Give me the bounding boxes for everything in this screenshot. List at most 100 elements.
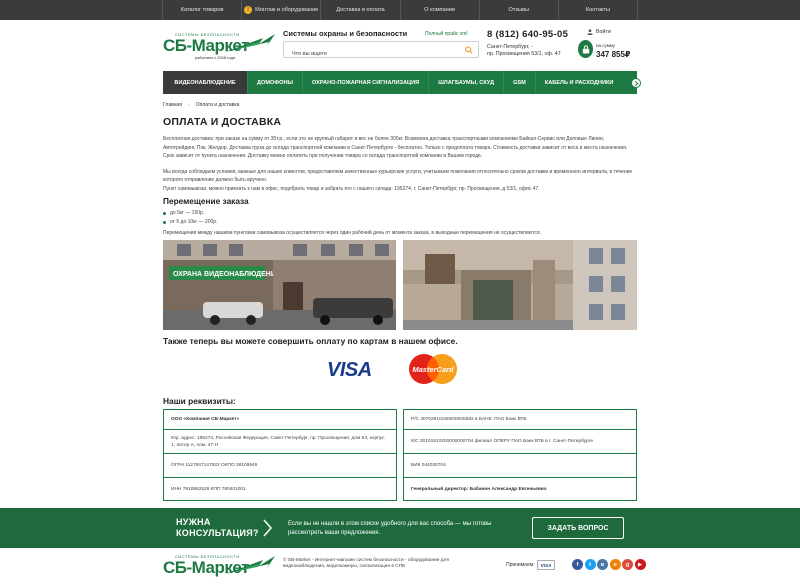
requisites-title: Наши реквизиты: [163, 396, 236, 406]
site-logo[interactable]: СИСТЕМЫ БЕЗОПАСНОСТИ СБ-Маркет работаем … [163, 32, 275, 63]
list-item-text: до 5кг — 150р. [170, 209, 205, 216]
ogrn-okpo: ОГРН 1127847147922 ОКПО 38109946 [171, 463, 258, 468]
top-nav-delivery[interactable]: Доставка и оплата [321, 0, 401, 20]
requisites-row: ОГРН 1127847147922 ОКПО 38109946 [164, 454, 396, 478]
banner-title-line: КОНСУЛЬТАЦИЯ? [176, 528, 259, 538]
ask-question-button[interactable]: ЗАДАТЬ ВОПРОС [532, 517, 624, 539]
main-menu: ВИДЕОНАБЛЮДЕНИЕ ДОМОФОНЫ ОХРАНО-ПОЖАРНАЯ… [163, 71, 637, 94]
cart-label: на сумму [596, 43, 616, 48]
card-payment-title: Также теперь вы можете совершить оплату … [163, 336, 458, 346]
top-nav-contacts[interactable]: Контакты [559, 0, 639, 20]
address-line: Санкт-Петербург, - [487, 44, 533, 50]
lock-icon [582, 44, 589, 53]
footer-copyright: © SB-Market - Интернет-магазин систем бе… [283, 558, 449, 570]
top-nav-catalog[interactable]: Каталог товаров [162, 0, 243, 20]
legal-address: Юр. адрес: 195274, Российская Федерация,… [171, 435, 385, 448]
requisites-row: Юр. адрес: 195274, Российская Федерация,… [164, 430, 396, 454]
top-nav-label: Отзывы [508, 7, 530, 13]
office-photos: ОХРАНА ВИДЕОНАБЛЮДЕНИЕ [163, 240, 637, 330]
office-entrance-photo [403, 240, 637, 330]
page: Каталог товаров ! Монтаж и оборудование Д… [0, 0, 800, 586]
page-title: ОПЛАТА И ДОСТАВКА [163, 116, 282, 128]
requisites-row: БИК 044030704 [404, 454, 636, 478]
requisites-row: К/С 30101810200000000704 филиал ОПЕРУ ПА… [404, 430, 636, 454]
payment-cards: VISA MasterCard [323, 353, 463, 387]
menu-item-gsm[interactable]: GSM [504, 71, 536, 94]
top-nav-label: Монтаж и оборудование [255, 7, 319, 13]
price-list-link[interactable]: Полный прайс xml [425, 31, 467, 37]
logo-since: работаем с 2008 года [195, 55, 236, 60]
facebook-icon[interactable]: f [572, 559, 583, 570]
requisites-row: Генеральный директор: Бабанин Александр … [404, 478, 636, 500]
vk-icon[interactable]: в [597, 559, 608, 570]
correspondent-account: К/С 30101810200000000704 филиал ОПЕРУ ПА… [411, 439, 594, 444]
paragraph-transfer: Перемещения между нашими пунктами самовы… [163, 229, 541, 236]
banner-title: НУЖНА КОНСУЛЬТАЦИЯ? [176, 517, 259, 539]
top-nav-installation[interactable]: ! Монтаж и оборудование [242, 0, 322, 20]
chevron-right-icon [263, 519, 272, 537]
visa-logo: VISA [327, 359, 372, 381]
general-director: Генеральный директор: Бабанин Александр … [411, 486, 547, 492]
login-link[interactable]: Войти [587, 29, 611, 35]
top-nav-label: Доставка и оплата [336, 7, 385, 13]
breadcrumb-separator: › [188, 102, 190, 108]
bank-account: Р/С 40702810180000005582 в БАНК: ПАО Бан… [411, 417, 527, 422]
address-line: пр. Просвещения 53/1, оф. 47 [487, 51, 561, 57]
breadcrumb: Главная › Оплата и доставка [163, 102, 637, 108]
cart-sum: 347 855₽ [596, 50, 631, 59]
breadcrumb-home[interactable]: Главная [163, 102, 182, 108]
social-links: f t в о g ▶ [572, 559, 646, 570]
menu-scroll-button[interactable] [631, 78, 641, 88]
bullet-icon [163, 220, 166, 224]
requisites-row: ООО «Компания СБ-Маркет» [164, 410, 396, 430]
requisites-row: Р/С 40702810180000005582 в БАНК: ПАО Бан… [404, 410, 636, 430]
menu-item-cable[interactable]: КАБЕЛЬ И РАСХОДНИКИ [536, 71, 623, 94]
mastercard-logo: MasterCard [409, 354, 457, 384]
twitter-icon[interactable]: t [584, 559, 596, 570]
logo-swoosh-icon [225, 556, 275, 574]
main-content: Главная › Оплата и доставка ОПЛАТА И ДОС… [163, 102, 637, 501]
odnoklassniki-icon[interactable]: о [609, 559, 621, 570]
footer-logo[interactable]: СИСТЕМЫ БЕЗОПАСНОСТИ СБ-Маркет [163, 554, 275, 585]
phone-number[interactable]: 8 (812) 640-95-05 [487, 29, 568, 40]
cart-button[interactable] [578, 40, 593, 58]
top-nav-label: Контакты [585, 7, 611, 13]
store-sign: ОХРАНА ВИДЕОНАБЛЮДЕНИЕ [173, 271, 281, 278]
menu-item-video[interactable]: ВИДЕОНАБЛЮДЕНИЕ [163, 71, 248, 94]
requisites-left: ООО «Компания СБ-Маркет» Юр. адрес: 1952… [163, 409, 397, 501]
top-nav-reviews[interactable]: Отзывы [480, 0, 559, 20]
bullet-icon [163, 211, 166, 215]
paragraph-pickup: Пункт самовывоза: можно приехать к нам в… [163, 185, 540, 192]
top-nav-label: О компании [424, 7, 456, 13]
list-item-text: от 5 до 10кг — 200р. [170, 218, 218, 225]
transfer-price-list: до 5кг — 150р. от 5 до 10кг — 200р. [163, 209, 637, 227]
search-box [283, 41, 479, 62]
youtube-icon[interactable]: ▶ [634, 559, 646, 570]
inn-kpp: ИНН 7810862526 КПП 780401001 [171, 486, 246, 492]
search-input[interactable] [284, 46, 454, 62]
mastercard-label: MasterCard [412, 365, 454, 374]
list-item: от 5 до 10кг — 200р. [163, 218, 637, 227]
footer-logo-inner: СИСТЕМЫ БЕЗОПАСНОСТИ СБ-Маркет [163, 554, 275, 585]
top-nav-about[interactable]: О компании [401, 0, 480, 20]
warning-badge-icon: ! [244, 6, 253, 14]
paragraph-courier: Мы всегда соблюдаем условия, важные для … [163, 168, 633, 184]
top-nav: Каталог товаров ! Монтаж и оборудование Д… [0, 0, 800, 20]
logo-swoosh-icon [225, 34, 275, 52]
top-nav-label: Каталог товаров [180, 7, 224, 13]
list-item: до 5кг — 150р. [163, 209, 637, 218]
site-tagline: Системы охраны и безопасности [283, 29, 408, 38]
search-icon [465, 45, 473, 54]
office-building-photo: ОХРАНА ВИДЕОНАБЛЮДЕНИЕ [163, 240, 396, 330]
paragraph-free-delivery: Бесплатная доставка: при заказе на сумму… [163, 136, 628, 160]
footer-visa-logo: VISA [537, 560, 555, 570]
menu-item-barriers[interactable]: ШЛАГБАУМЫ, СКУД [429, 71, 505, 94]
requisites-right: Р/С 40702810180000005582 в БАНК: ПАО Бан… [403, 409, 637, 501]
banner-title-line: НУЖНА [176, 517, 211, 527]
menu-item-intercoms[interactable]: ДОМОФОНЫ [248, 71, 303, 94]
google-plus-icon[interactable]: g [622, 559, 633, 570]
search-button[interactable] [460, 42, 478, 57]
menu-item-fire-alarm[interactable]: ОХРАНО-ПОЖАРНАЯ СИГНАЛИЗАЦИЯ [303, 71, 430, 94]
company-name: ООО «Компания СБ-Маркет» [171, 417, 240, 422]
user-icon [587, 29, 593, 35]
